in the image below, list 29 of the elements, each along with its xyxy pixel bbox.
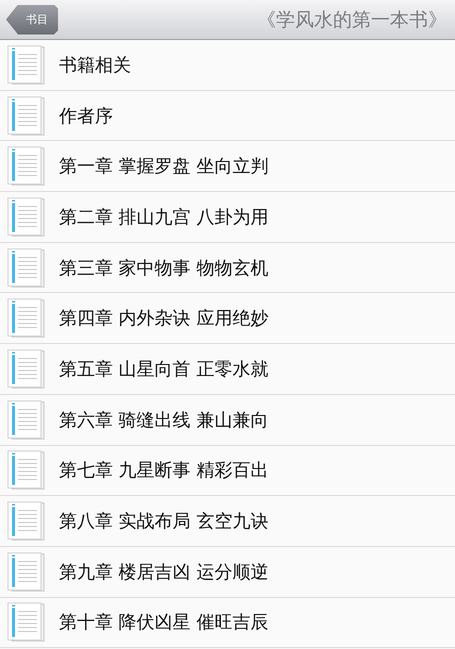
chapter-title: 第九章 楼居吉凶 运分顺逆: [59, 560, 268, 584]
chapter-title: 第二章 排山九宫 八卦为用: [59, 206, 268, 229]
chapter-title: 第五章 山星向首 正零水就: [59, 358, 268, 381]
chapter-title: 第十章 降伏凶星 催旺吉辰: [59, 611, 268, 634]
chapter-title: 作者序: [59, 104, 113, 128]
document-icon: [7, 450, 45, 490]
document-icon: [7, 501, 45, 542]
document-icon: [7, 602, 45, 642]
chapter-title: 书籍相关: [59, 54, 131, 77]
document-icon: [7, 146, 45, 186]
chapter-row[interactable]: 第十章 降伏凶星 催旺吉辰: [0, 598, 455, 648]
document-icon: [7, 96, 45, 136]
chapter-title: 第四章 内外杂诀 应用绝妙: [59, 307, 268, 330]
document-icon: [7, 196, 45, 237]
chapter-title: 第六章 骑缝出线 兼山兼向: [59, 408, 268, 432]
chapter-title: 第八章 实战布局 玄空九诀: [59, 510, 268, 534]
document-icon: [7, 552, 45, 592]
chapter-title: 第七章 九星断事 精彩百出: [59, 459, 268, 482]
document-icon: [7, 348, 45, 389]
document-icon: [7, 400, 45, 440]
chapter-title: 第三章 家中物事 物物玄机: [59, 256, 268, 280]
document-icon: [7, 248, 45, 288]
chapter-row[interactable]: 作者序: [0, 90, 455, 142]
chapter-title: 第一章 掌握罗盘 坐向立判: [59, 155, 268, 178]
back-button[interactable]: 书目: [6, 4, 58, 34]
chapter-row[interactable]: 第七章 九星断事 精彩百出: [0, 446, 455, 496]
document-icon: [7, 298, 45, 338]
document-icon: [7, 44, 45, 85]
book-title: 《学风水的第一本书》: [257, 8, 447, 32]
